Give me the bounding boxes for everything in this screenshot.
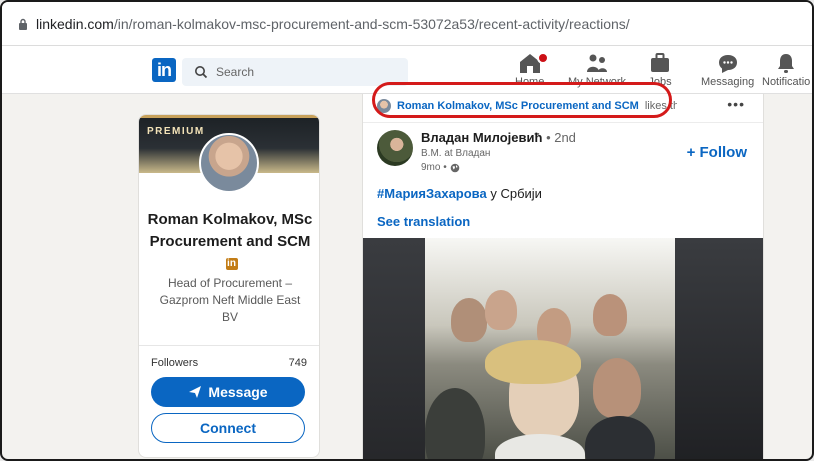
post-timestamp: 9mo • <box>421 162 460 173</box>
send-icon <box>189 386 202 398</box>
url-text[interactable]: linkedin.com/in/roman-kolmakov-msc-procu… <box>36 16 630 32</box>
briefcase-icon <box>651 53 669 72</box>
message-button[interactable]: Message <box>151 377 305 407</box>
profile-card: PREMIUM Roman Kolmakov, MSc Procurement … <box>138 114 320 458</box>
search-box[interactable] <box>182 58 408 86</box>
linkedin-navbar: in Home My Network Jobs Messaging Notifi… <box>2 46 812 94</box>
liker-name-link[interactable]: Roman Kolmakov, MSc Procurement and SCM <box>397 100 639 112</box>
post-text: #МарияЗахарова у Србији <box>377 186 542 201</box>
profile-name[interactable]: Roman Kolmakov, MSc Procurement and SCMi… <box>147 209 313 275</box>
nav-my-network[interactable]: My Network <box>568 52 626 88</box>
premium-in-icon: in <box>225 258 238 271</box>
divider <box>363 122 763 123</box>
search-icon <box>195 66 208 79</box>
search-input[interactable] <box>216 65 386 79</box>
author-avatar[interactable] <box>377 130 413 166</box>
network-icon <box>587 54 608 72</box>
more-options-icon[interactable]: ••• <box>727 96 745 112</box>
followers-count: 749 <box>288 357 307 369</box>
linkedin-logo[interactable]: in <box>152 58 176 82</box>
see-translation-link[interactable]: See translation <box>377 214 470 229</box>
lock-icon <box>18 18 28 30</box>
messaging-icon <box>718 55 737 73</box>
nav-jobs[interactable]: Jobs <box>648 52 672 88</box>
author-name-link[interactable]: Владан Милојевић • 2nd <box>421 130 576 145</box>
avatar[interactable] <box>199 133 259 193</box>
globe-icon <box>450 163 460 172</box>
premium-label: PREMIUM <box>147 126 205 137</box>
nav-notifications[interactable]: Notificatio <box>762 52 810 88</box>
followers-row: Followers 749 <box>151 357 307 369</box>
nav-messaging[interactable]: Messaging <box>701 52 754 88</box>
connect-button[interactable]: Connect <box>151 413 305 443</box>
author-title: B.M. at Владан <box>421 148 491 159</box>
profile-headline: Head of Procurement – Gazprom Neft Middl… <box>159 276 301 324</box>
divider <box>139 345 319 346</box>
hashtag-link[interactable]: #МарияЗахарова <box>377 186 487 201</box>
connection-degree: • 2nd <box>546 130 576 145</box>
bell-icon <box>778 54 795 73</box>
post-video[interactable] <box>363 238 763 459</box>
likes-this-text: likes thi <box>644 100 677 112</box>
address-bar[interactable]: linkedin.com/in/roman-kolmakov-msc-procu… <box>2 2 812 46</box>
feed-post: Roman Kolmakov, MSc Procurement and SCM … <box>362 94 764 459</box>
notification-dot <box>537 52 549 64</box>
browser-window: linkedin.com/in/roman-kolmakov-msc-procu… <box>0 0 814 461</box>
reaction-context-row: Roman Kolmakov, MSc Procurement and SCM … <box>377 94 677 118</box>
nav-home[interactable]: Home <box>515 52 549 88</box>
followers-label: Followers <box>151 357 199 369</box>
liker-avatar[interactable] <box>377 99 391 113</box>
follow-button[interactable]: + Follow <box>687 144 747 161</box>
